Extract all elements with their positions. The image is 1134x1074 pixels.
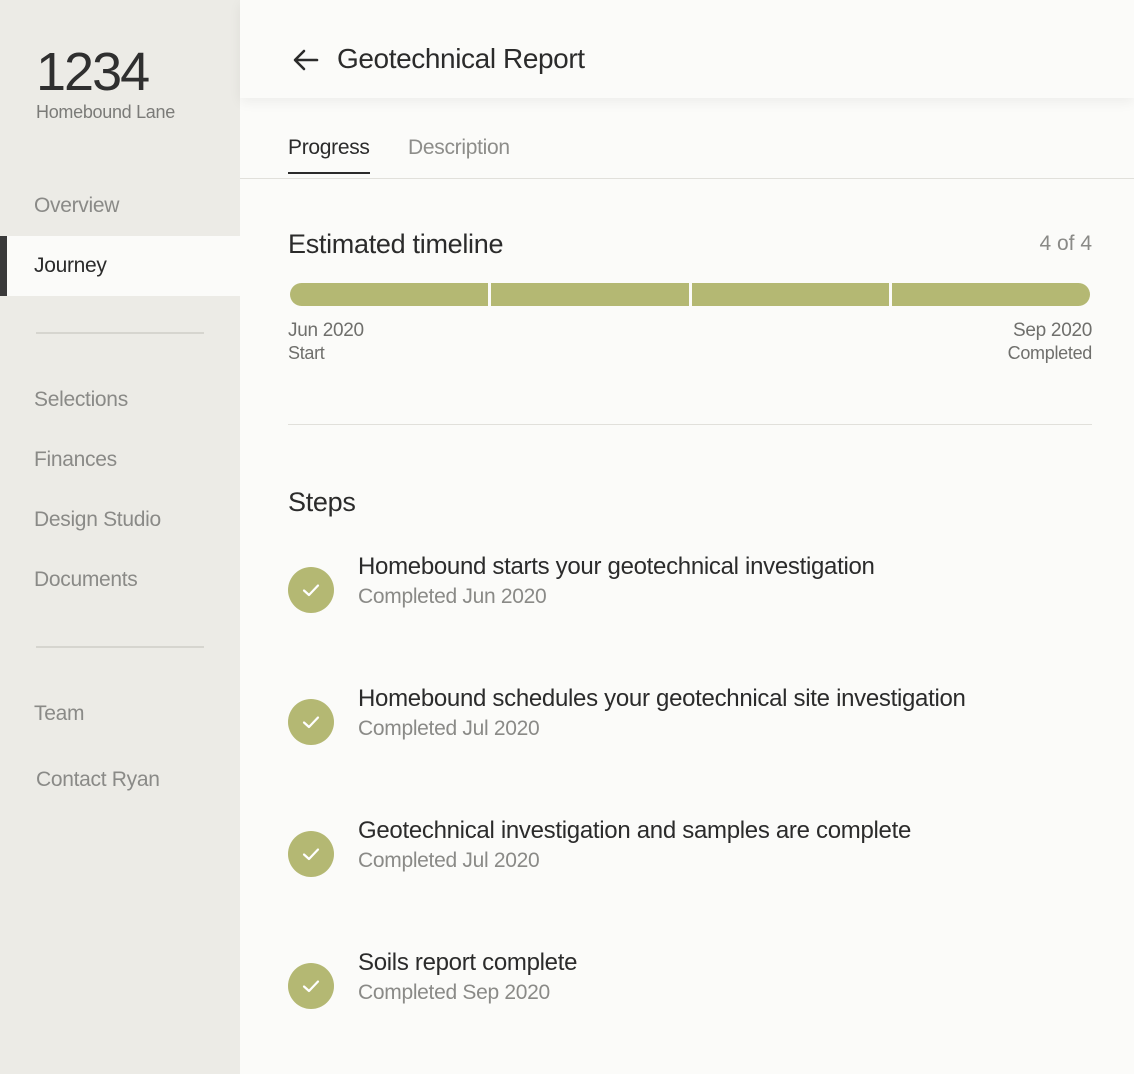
address-street: Homebound Lane (36, 102, 175, 122)
step-status: Completed Jun 2020 (358, 585, 547, 608)
timeline-start-date: Jun 2020 (288, 320, 364, 341)
address-number: 1234 (36, 42, 150, 102)
sidebar-item-contact-ryan[interactable]: Contact Ryan (0, 750, 240, 810)
step-title: Homebound starts your geotechnical inves… (358, 553, 875, 580)
timeline-progress-bar (290, 283, 1090, 306)
step-title: Homebound schedules your geotechnical si… (358, 685, 966, 712)
timeline-segment (892, 283, 1090, 306)
timeline-end-date: Sep 2020 (1013, 320, 1092, 341)
step-status: Completed Sep 2020 (358, 981, 550, 1004)
timeline-segment (290, 283, 488, 306)
tab-bar: Progress Description (240, 98, 1134, 179)
step-title: Soils report complete (358, 949, 578, 976)
check-icon (288, 699, 334, 745)
step-item: Soils report complete Completed Sep 2020 (288, 949, 1088, 1029)
timeline-segment (490, 283, 689, 306)
sidebar-divider (36, 646, 204, 648)
section-divider (288, 424, 1092, 425)
step-item: Homebound schedules your geotechnical si… (288, 685, 1088, 765)
back-button[interactable] (290, 44, 322, 76)
sidebar-item-selections[interactable]: Selections (0, 370, 240, 430)
tab-progress[interactable]: Progress (288, 136, 370, 174)
sidebar-item-team[interactable]: Team (0, 684, 240, 744)
check-icon (288, 831, 334, 877)
timeline-segment (691, 283, 890, 306)
step-status: Completed Jul 2020 (358, 849, 540, 872)
sidebar-item-documents[interactable]: Documents (0, 550, 240, 610)
arrow-left-icon (293, 49, 319, 71)
step-item: Homebound starts your geotechnical inves… (288, 553, 1088, 633)
sidebar-item-overview[interactable]: Overview (0, 176, 240, 236)
sidebar-divider (36, 332, 204, 334)
timeline-end-label: Completed (1007, 343, 1093, 363)
step-item: Geotechnical investigation and samples a… (288, 817, 1088, 897)
sidebar-item-finances[interactable]: Finances (0, 430, 240, 490)
timeline-count: 4 of 4 (1039, 232, 1092, 255)
sidebar-item-journey[interactable]: Journey (0, 236, 240, 296)
check-icon (288, 963, 334, 1009)
page-title: Geotechnical Report (337, 43, 585, 74)
timeline-start-label: Start (288, 343, 325, 363)
sidebar-item-design-studio[interactable]: Design Studio (0, 490, 240, 550)
sidebar: 1234 Homebound Lane Overview Journey Sel… (0, 0, 240, 1074)
steps-title: Steps (288, 487, 356, 517)
check-icon (288, 567, 334, 613)
step-title: Geotechnical investigation and samples a… (358, 817, 912, 844)
page-header: Geotechnical Report (240, 0, 1134, 98)
timeline-title: Estimated timeline (288, 229, 504, 259)
tab-description[interactable]: Description (408, 136, 510, 172)
step-status: Completed Jul 2020 (358, 717, 540, 740)
